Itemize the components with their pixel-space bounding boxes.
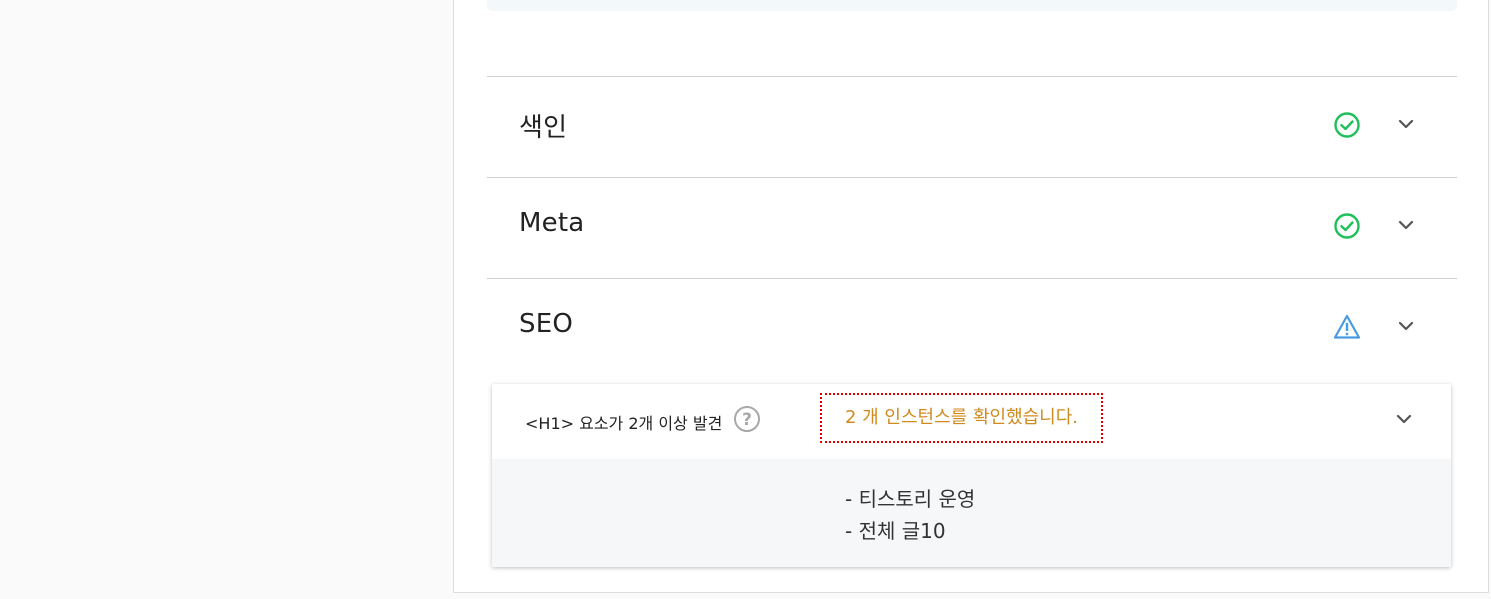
help-icon[interactable]: ? — [733, 405, 761, 433]
chevron-down-icon[interactable] — [1396, 117, 1416, 131]
previous-section-box — [487, 0, 1457, 11]
svg-text:?: ? — [742, 410, 752, 430]
section-title: SEO — [519, 309, 573, 339]
section-index[interactable]: 색인 — [487, 76, 1457, 176]
section-seo[interactable]: SEO — [487, 278, 1457, 378]
chevron-down-icon[interactable] — [1394, 412, 1414, 426]
section-meta[interactable]: Meta — [487, 177, 1457, 277]
chevron-down-icon[interactable] — [1396, 319, 1416, 333]
check-circle-icon — [1334, 213, 1360, 239]
issue-label: <H1> 요소가 2개 이상 발견 — [525, 414, 723, 433]
detail-line: - 전체 글10 — [845, 519, 946, 543]
section-title: 색인 — [519, 113, 568, 143]
chevron-down-icon[interactable] — [1396, 218, 1416, 232]
detail-line: - 티스토리 운영 — [845, 487, 976, 511]
check-circle-icon — [1334, 112, 1360, 138]
instances-count: 2 개 인스턴스를 확인했습니다. — [820, 393, 1103, 443]
section-title: Meta — [519, 208, 585, 238]
seo-report-panel: 색인 Meta SEO <H1> 요소가 2개 이상 발견 ? 2 개 인스턴스… — [453, 0, 1489, 593]
seo-issue-card: <H1> 요소가 2개 이상 발견 ? 2 개 인스턴스를 확인했습니다. - … — [492, 384, 1451, 567]
seo-issue-header[interactable]: <H1> 요소가 2개 이상 발견 ? 2 개 인스턴스를 확인했습니다. — [492, 384, 1451, 459]
warning-triangle-icon — [1333, 314, 1361, 339]
issue-details: - 티스토리 운영 - 전체 글10 — [492, 459, 1451, 567]
